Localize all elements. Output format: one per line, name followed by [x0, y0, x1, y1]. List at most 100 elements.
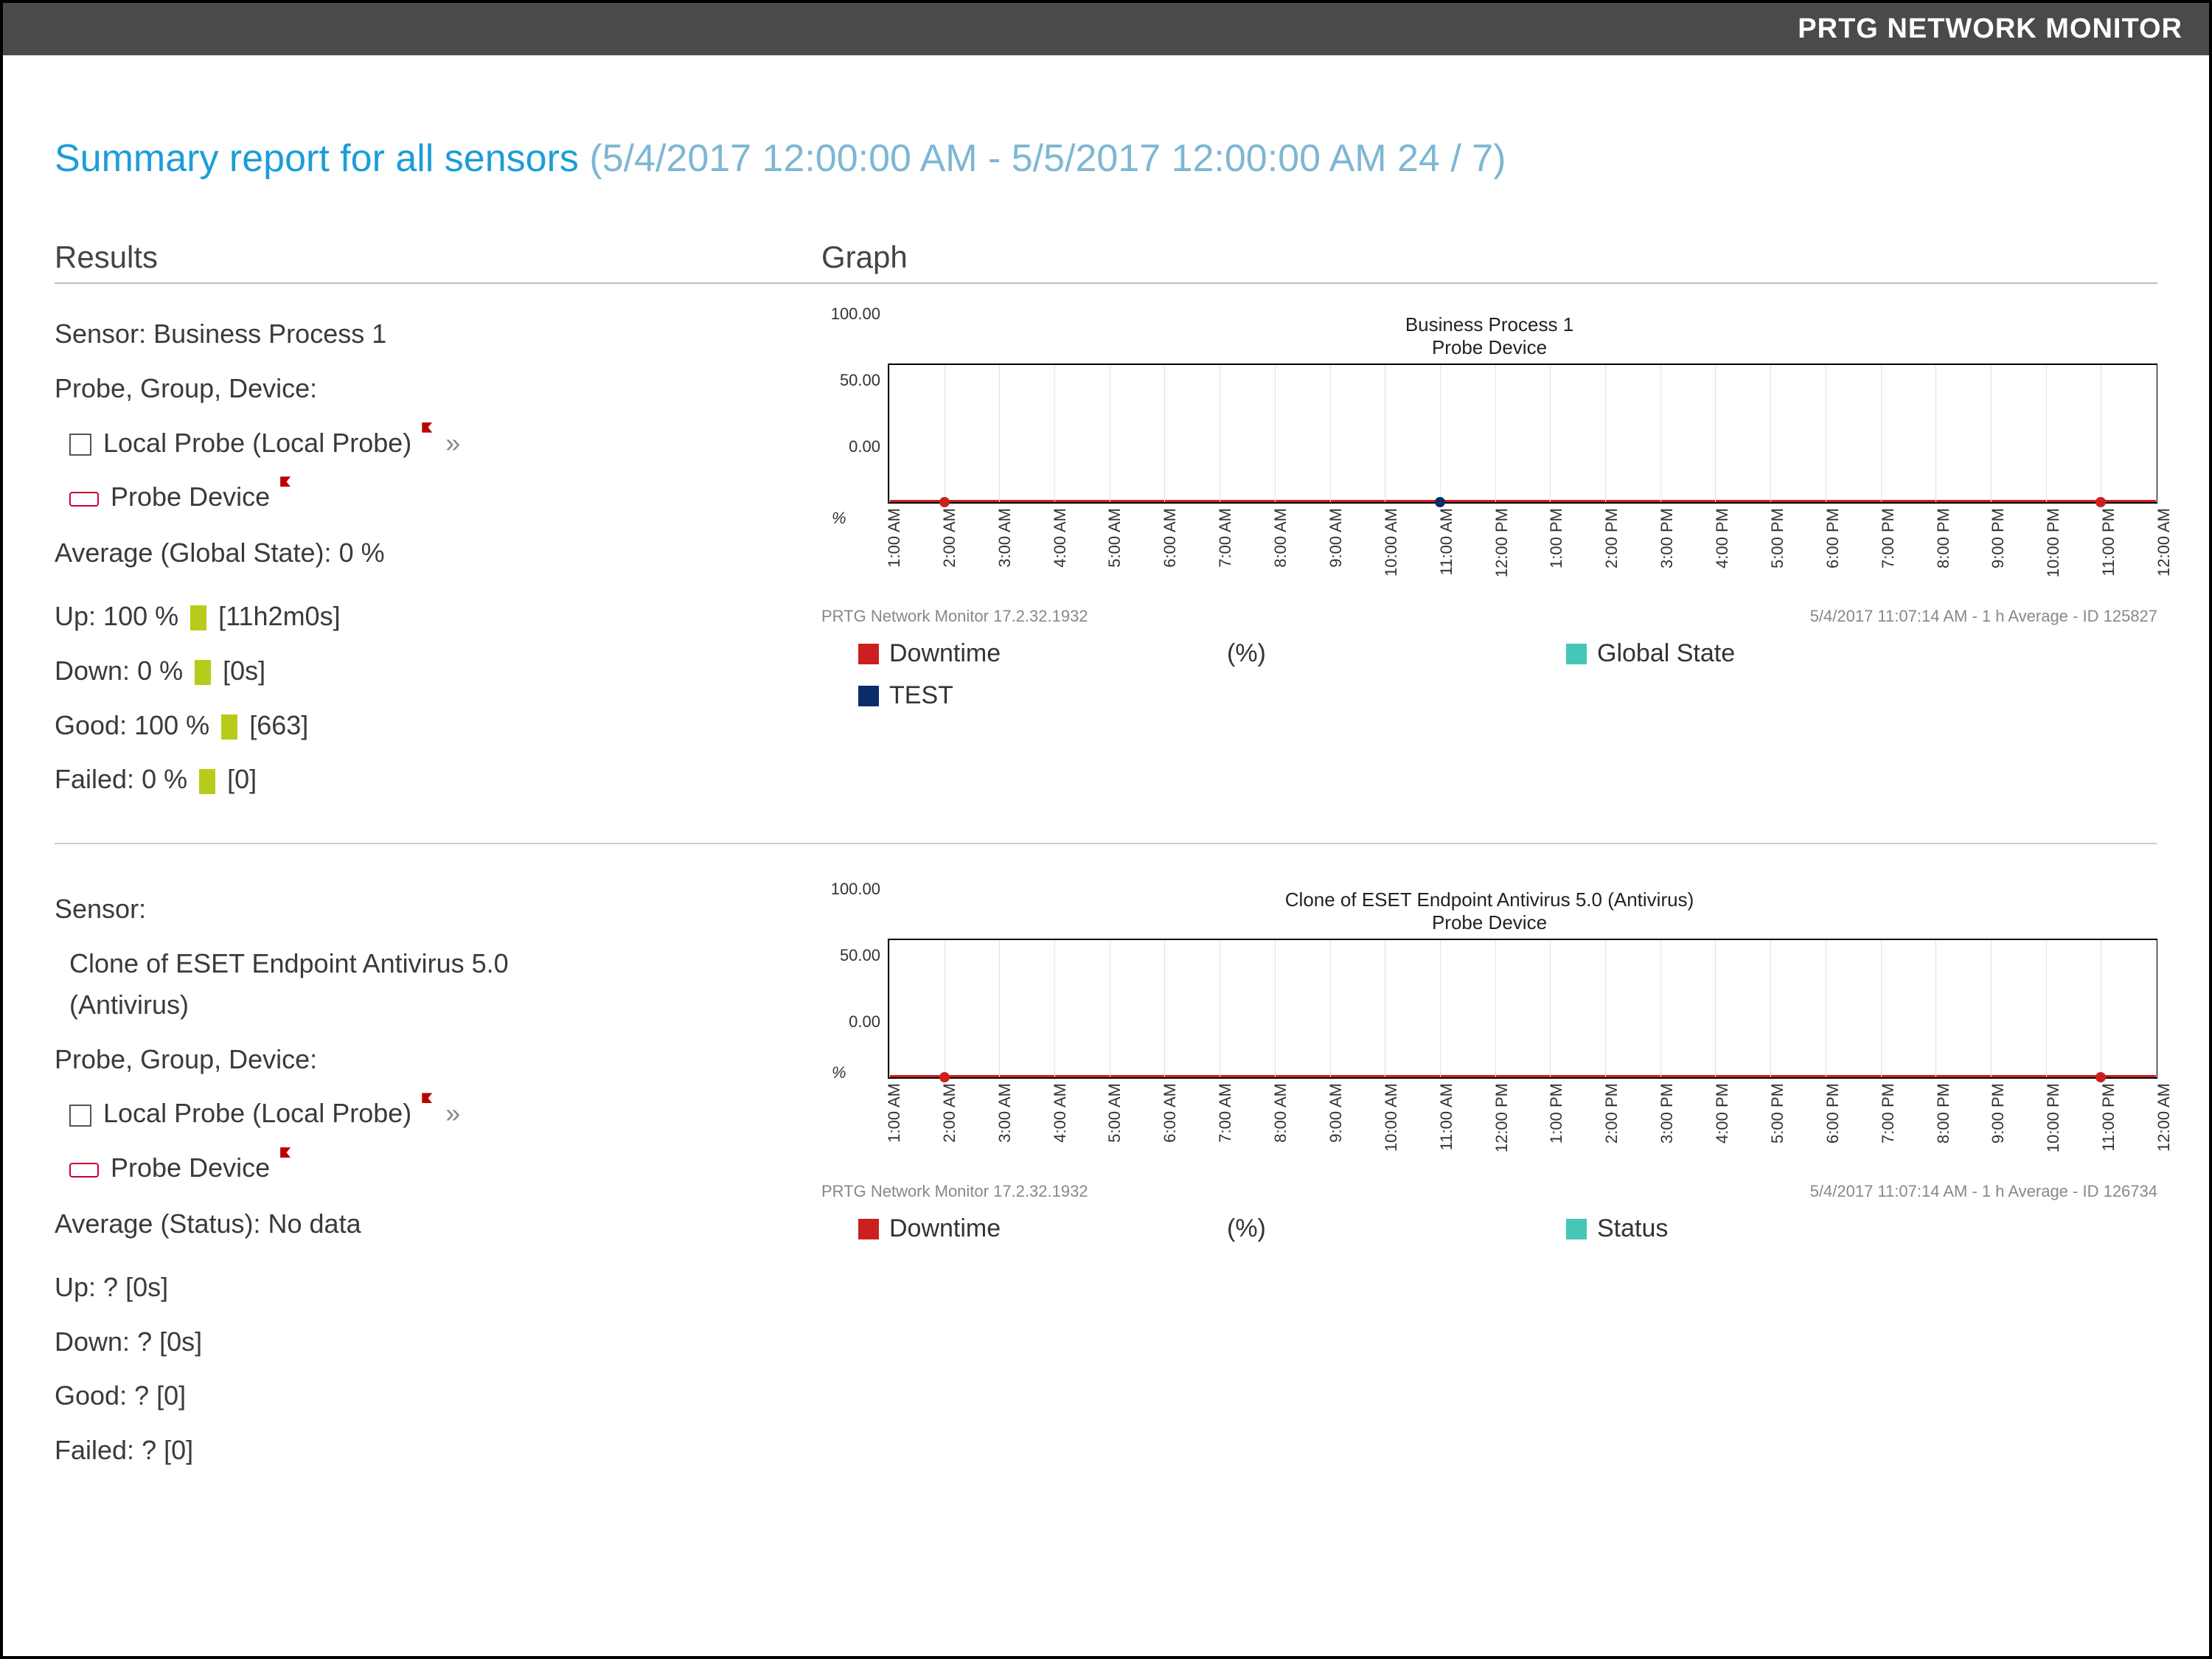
down-label: Down:	[55, 655, 130, 686]
legend-label: Downtime	[889, 639, 1001, 668]
sensor-block: Sensor: Business Process 1 Probe, Group,…	[55, 313, 2157, 844]
good-label: Good:	[55, 1380, 127, 1411]
local-probe-row: Local Probe (Local Probe) »	[55, 422, 799, 464]
failed-secondary: [0]	[164, 1435, 193, 1465]
legend-swatch-icon	[858, 644, 879, 664]
down-pct: ?	[137, 1326, 152, 1357]
probe-device-text: Probe Device	[111, 481, 270, 512]
local-probe-text: Local Probe (Local Probe)	[103, 1098, 411, 1128]
sensor-label: Sensor:	[55, 894, 146, 924]
bar-chip-icon	[195, 660, 211, 685]
ytick: 50.00	[827, 371, 880, 390]
average-label: Average (Global State):	[55, 538, 332, 568]
report-content: Summary report for all sensors (5/4/2017…	[3, 55, 2209, 1514]
legend-swatch-icon	[1566, 1219, 1587, 1239]
down-label: Down:	[55, 1326, 130, 1357]
sensor-graph: Business Process 1 Probe Device % 100.00…	[821, 313, 2157, 813]
device-icon	[69, 492, 99, 507]
chart: Clone of ESET Endpoint Antivirus 5.0 (An…	[821, 888, 2157, 1256]
device-icon	[69, 1163, 99, 1178]
app-title: PRTG NETWORK MONITOR	[1798, 13, 2183, 44]
good-secondary: [0]	[156, 1380, 186, 1411]
flag-icon	[422, 422, 432, 433]
probe-device-text: Probe Device	[111, 1152, 270, 1183]
page-title: Summary report for all sensors (5/4/2017…	[55, 136, 2157, 181]
bar-chip-icon	[199, 769, 215, 794]
good-row: Good: ? [0]	[55, 1375, 799, 1416]
sensor-details: Sensor: Clone of ESET Endpoint Antivirus…	[55, 888, 821, 1484]
local-probe-text: Local Probe (Local Probe)	[103, 428, 411, 458]
average-value: 0 %	[339, 538, 385, 568]
failed-pct: 0 %	[142, 764, 187, 794]
good-row: Good: 100 % [663]	[55, 705, 799, 746]
chart-title: Business Process 1	[821, 313, 2157, 336]
up-pct: ?	[103, 1272, 118, 1302]
chart-subtitle: Probe Device	[821, 336, 2157, 359]
downtime-line	[889, 1075, 2156, 1077]
legend-label: TEST	[889, 681, 953, 710]
legend-unit: (%)	[1227, 1214, 1566, 1243]
legend-label: Downtime	[889, 1214, 1001, 1243]
legend-unit-text: (%)	[1227, 1214, 1266, 1243]
failed-row: Failed: 0 % [0]	[55, 759, 799, 800]
good-secondary: [663]	[249, 710, 308, 740]
legend-unit: (%)	[1227, 639, 1566, 668]
good-pct: 100 %	[134, 710, 209, 740]
up-row: Up: ? [0s]	[55, 1267, 799, 1308]
failed-label: Failed:	[55, 1435, 134, 1465]
ytick: 100.00	[827, 880, 880, 899]
failed-secondary: [0]	[227, 764, 257, 794]
average-value: No data	[268, 1208, 361, 1239]
chart-title: Clone of ESET Endpoint Antivirus 5.0 (An…	[821, 888, 2157, 911]
legend-swatch-icon	[858, 1219, 879, 1239]
sensor-name: Clone of ESET Endpoint Antivirus 5.0 (An…	[55, 943, 615, 1026]
average-row: Average (Status): No data	[55, 1203, 799, 1245]
up-secondary: [0s]	[125, 1272, 168, 1302]
pgd-label: Probe, Group, Device:	[55, 1039, 799, 1080]
chart-ylabel: %	[832, 509, 846, 528]
page-title-wrap: Summary report for all sensors (5/4/2017…	[55, 136, 2157, 181]
chart-footer-left: PRTG Network Monitor 17.2.32.1932	[821, 607, 1088, 626]
legend-unit-text: (%)	[1227, 639, 1266, 668]
sensor-name: Business Process 1	[153, 319, 386, 349]
probe-icon	[69, 434, 91, 456]
legend-label: Status	[1597, 1214, 1668, 1243]
chart-footer: PRTG Network Monitor 17.2.32.1932 5/4/20…	[821, 607, 2157, 626]
chart-footer-right: 5/4/2017 11:07:14 AM - 1 h Average - ID …	[1810, 1182, 2157, 1201]
sensor-details: Sensor: Business Process 1 Probe, Group,…	[55, 313, 821, 813]
chart-ylabel: %	[832, 1063, 846, 1082]
chart-legend: Downtime (%) Status	[858, 1214, 2157, 1256]
good-pct: ?	[134, 1380, 149, 1411]
legend-item: Status	[1566, 1214, 1935, 1243]
flag-icon	[280, 476, 291, 487]
bar-chip-icon	[190, 605, 206, 630]
average-label: Average (Status):	[55, 1208, 260, 1239]
legend-item: Global State	[1566, 639, 1935, 668]
up-row: Up: 100 % [11h2m0s]	[55, 596, 799, 637]
probe-device-row: Probe Device	[55, 476, 799, 518]
legend-label: Global State	[1597, 639, 1735, 668]
columns-header: Results Graph	[55, 240, 2157, 284]
ytick: 100.00	[827, 305, 880, 324]
bar-chip-icon	[221, 714, 237, 740]
chart: Business Process 1 Probe Device % 100.00…	[821, 313, 2157, 723]
down-pct: 0 %	[137, 655, 183, 686]
sensor-graph: Clone of ESET Endpoint Antivirus 5.0 (An…	[821, 888, 2157, 1484]
ytick: 50.00	[827, 946, 880, 965]
legend-item: Downtime	[858, 639, 1227, 668]
chevron-right-icon: »	[445, 1098, 460, 1128]
average-row: Average (Global State): 0 %	[55, 532, 799, 574]
chart-plot	[888, 939, 2157, 1079]
chart-footer: PRTG Network Monitor 17.2.32.1932 5/4/20…	[821, 1182, 2157, 1201]
probe-icon	[69, 1105, 91, 1127]
chart-xticks: 1:00 AM2:00 AM3:00 AM4:00 AM5:00 AM6:00 …	[888, 1083, 2157, 1179]
failed-label: Failed:	[55, 764, 134, 794]
failed-row: Failed: ? [0]	[55, 1430, 799, 1471]
chart-legend: Downtime (%) Global State TEST	[858, 639, 2157, 723]
page-title-range: (5/4/2017 12:00:00 AM - 5/5/2017 12:00:0…	[589, 137, 1506, 180]
down-secondary: [0s]	[223, 655, 265, 686]
downtime-line	[889, 500, 2156, 502]
up-label: Up:	[55, 1272, 96, 1302]
flag-icon	[422, 1093, 432, 1103]
sensor-name-row: Sensor: Business Process 1	[55, 313, 799, 355]
